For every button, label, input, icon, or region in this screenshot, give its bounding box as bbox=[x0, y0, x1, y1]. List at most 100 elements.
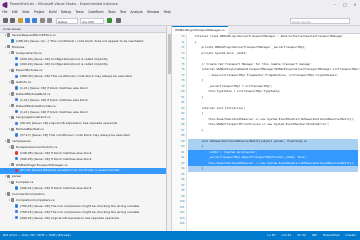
code-line[interactable] bbox=[188, 221, 358, 227]
file-icon bbox=[11, 50, 15, 55]
visual-studio-logo-icon bbox=[2, 1, 8, 8]
menu-item-window[interactable]: Window bbox=[145, 9, 162, 16]
platform-dropdown[interactable]: Any CPU bbox=[80, 17, 104, 24]
menu-item-help[interactable]: Help bbox=[161, 9, 172, 16]
tree-row[interactable]: (496,22) [Issue: CR] Logical OR expressi… bbox=[0, 216, 166, 222]
tree-row-label: ExportModules.cs bbox=[15, 68, 43, 73]
redo-icon[interactable] bbox=[47, 18, 52, 23]
error-icon bbox=[15, 168, 19, 173]
status-item[interactable]: Ln 87 bbox=[267, 233, 275, 237]
file-icon bbox=[7, 139, 11, 143]
info-icon bbox=[15, 215, 19, 220]
tree-row-label: (496,22) [Issue: CR] Logical OR expressi… bbox=[19, 215, 120, 220]
tree-row-label: namespaces bbox=[11, 139, 31, 144]
info-icon bbox=[15, 186, 19, 190]
tree-row-label: (1,21) [Issue: CR] If block matches else… bbox=[19, 86, 88, 91]
window-title: PowerShell.sln - Microsoft Visual Studio… bbox=[10, 2, 118, 6]
tree-row-label: CommandCompletion bbox=[11, 192, 45, 197]
line-number-gutter: 70 71 72 73 74 75 76 77 78 79 80 81 82 83 84 85 86 87 88 89… bbox=[172, 34, 187, 231]
tree-row-label: (96,44) [Issue: CR] Logical OR expressio… bbox=[19, 121, 118, 126]
start-debug-icon[interactable] bbox=[107, 18, 112, 23]
toolbar: Debug Any CPU Quick Launch bbox=[0, 16, 360, 26]
menu-item-test[interactable]: Test bbox=[118, 9, 128, 16]
tab-active-file[interactable]: WSManPluginTransportManager.cs bbox=[172, 26, 228, 34]
issues-tree: ▾ ServerRequestPermitExtra.cs (188,22) [Is… bbox=[0, 33, 166, 222]
menu-item-coderush[interactable]: CodeRush bbox=[86, 9, 106, 16]
tree-row-label: (496,41) [Issue: CR] If block matches el… bbox=[19, 186, 92, 191]
info-icon bbox=[15, 74, 19, 78]
info-icon bbox=[15, 204, 19, 208]
tree-row-label: (87,22) [Issue] Potential exception can … bbox=[19, 168, 120, 173]
maximize-icon[interactable]: □ bbox=[340, 0, 350, 9]
file-icon bbox=[7, 33, 11, 37]
line-number: 104 bbox=[179, 222, 185, 225]
quick-launch-input[interactable]: Quick Launch bbox=[290, 17, 350, 24]
tree-row-label: (198,38) [Issue: CR] If block matches el… bbox=[19, 150, 92, 155]
tree-row-label: ModuleManifest.cs bbox=[15, 127, 44, 132]
file-icon bbox=[11, 92, 15, 96]
info-icon bbox=[11, 39, 15, 43]
menu-item-project[interactable]: Project bbox=[32, 9, 47, 16]
code-line[interactable]: : base(srvTransportMgr.Fragmentor.Fragme… bbox=[188, 73, 358, 79]
tree-row-label: (1,21) [Issue: CR] If block matches else… bbox=[19, 97, 88, 102]
back-icon[interactable] bbox=[3, 18, 8, 23]
info-icon bbox=[15, 98, 19, 102]
tree-row-label: AnalysisCache.cs bbox=[15, 50, 42, 55]
menu-item-team[interactable]: Team bbox=[73, 9, 86, 16]
tree-row-label: GetInfo.cs bbox=[15, 80, 32, 85]
menu-item-debug[interactable]: Debug bbox=[59, 9, 74, 16]
attach-icon[interactable] bbox=[116, 18, 121, 23]
tree-row-label: (1,21) [Issue: CR] If block matches else… bbox=[19, 109, 88, 114]
code-line[interactable]: this.PowerShellGuidObserver -= new Syste… bbox=[188, 160, 358, 166]
file-icon bbox=[11, 145, 15, 149]
tree-row-label: ServerRequestPermitExtra.cs bbox=[11, 33, 56, 37]
tree-row-label: (37,17) [Issue: CR] This conditional / c… bbox=[19, 133, 130, 138]
file-icon bbox=[11, 80, 15, 84]
status-right: Ln 87 Col 22 Ch 22 INS PowerShell master bbox=[261, 231, 356, 240]
tree-row-label: LanguageConstraint.cs bbox=[15, 115, 51, 120]
code-editor[interactable]: WSManPluginTransportManager.cs 70 71 72 73 7… bbox=[172, 26, 360, 231]
status-message: Ret (Cmd ~ Char/ Alt / Shift + Shift) (E… bbox=[3, 233, 71, 237]
tree-row-label: CompletionCompleters.cs bbox=[15, 197, 55, 202]
minimize-icon[interactable]: – bbox=[330, 0, 340, 9]
info-icon bbox=[15, 210, 19, 214]
info-icon bbox=[15, 157, 19, 161]
forward-icon[interactable] bbox=[10, 18, 15, 23]
save-icon[interactable] bbox=[25, 18, 30, 23]
file-icon bbox=[7, 192, 11, 196]
undo-icon[interactable] bbox=[40, 18, 45, 23]
menu-item-build[interactable]: Build bbox=[47, 9, 59, 16]
menu-bar: File Edit View Project Build Debug Team CodeRus… bbox=[0, 9, 360, 16]
configuration-dropdown[interactable]: Debug bbox=[56, 17, 78, 24]
menu-item-file[interactable]: File bbox=[0, 9, 10, 16]
file-icon bbox=[11, 162, 15, 167]
status-item[interactable]: Col 22 bbox=[282, 233, 292, 237]
tree-row-label: RunspaceConnectionInfo.cs bbox=[15, 144, 58, 149]
code-line[interactable]: internal class WSManPluginServerTranspor… bbox=[188, 34, 358, 40]
status-item[interactable]: INS bbox=[312, 233, 317, 237]
file-icon bbox=[11, 198, 15, 202]
error-icon bbox=[15, 151, 19, 155]
tree-row-label: (496,28) [Issue: CR] If block matches el… bbox=[19, 156, 92, 161]
save-all-icon[interactable] bbox=[32, 18, 37, 23]
menu-item-analyze[interactable]: Analyze bbox=[128, 9, 145, 16]
tree-row-label: (766,25) [Issue: CR] The null comparison… bbox=[19, 203, 140, 208]
tree-row-label: (490,29) [Issue: CR] Configuration(bool)… bbox=[19, 62, 108, 67]
status-item[interactable]: Ch 22 bbox=[297, 233, 306, 237]
status-item[interactable]: PowerShell bbox=[323, 233, 339, 237]
editor-tabstrip: WSManPluginTransportManager.cs bbox=[172, 26, 360, 34]
code-line[interactable]: internal WSManPluginCommandTransportMana… bbox=[188, 67, 359, 73]
scrollbar-thumb[interactable] bbox=[167, 34, 171, 74]
open-folder-icon[interactable] bbox=[18, 18, 23, 23]
tree-row-label: DefaultModulesBuilt.cs bbox=[15, 91, 51, 96]
menu-item-view[interactable]: View bbox=[20, 9, 32, 16]
menu-item-tools[interactable]: Tools bbox=[106, 9, 118, 16]
close-icon[interactable]: × bbox=[350, 0, 360, 9]
info-icon bbox=[15, 62, 19, 67]
status-item[interactable]: master bbox=[345, 233, 356, 237]
code-lines[interactable]: internal class WSManPluginServerTranspor… bbox=[188, 34, 360, 227]
tree-row-label: Modules bbox=[11, 44, 25, 49]
menu-item-edit[interactable]: Edit bbox=[10, 9, 20, 16]
file-icon bbox=[11, 68, 15, 73]
panel-header: Code Issues bbox=[0, 26, 166, 33]
